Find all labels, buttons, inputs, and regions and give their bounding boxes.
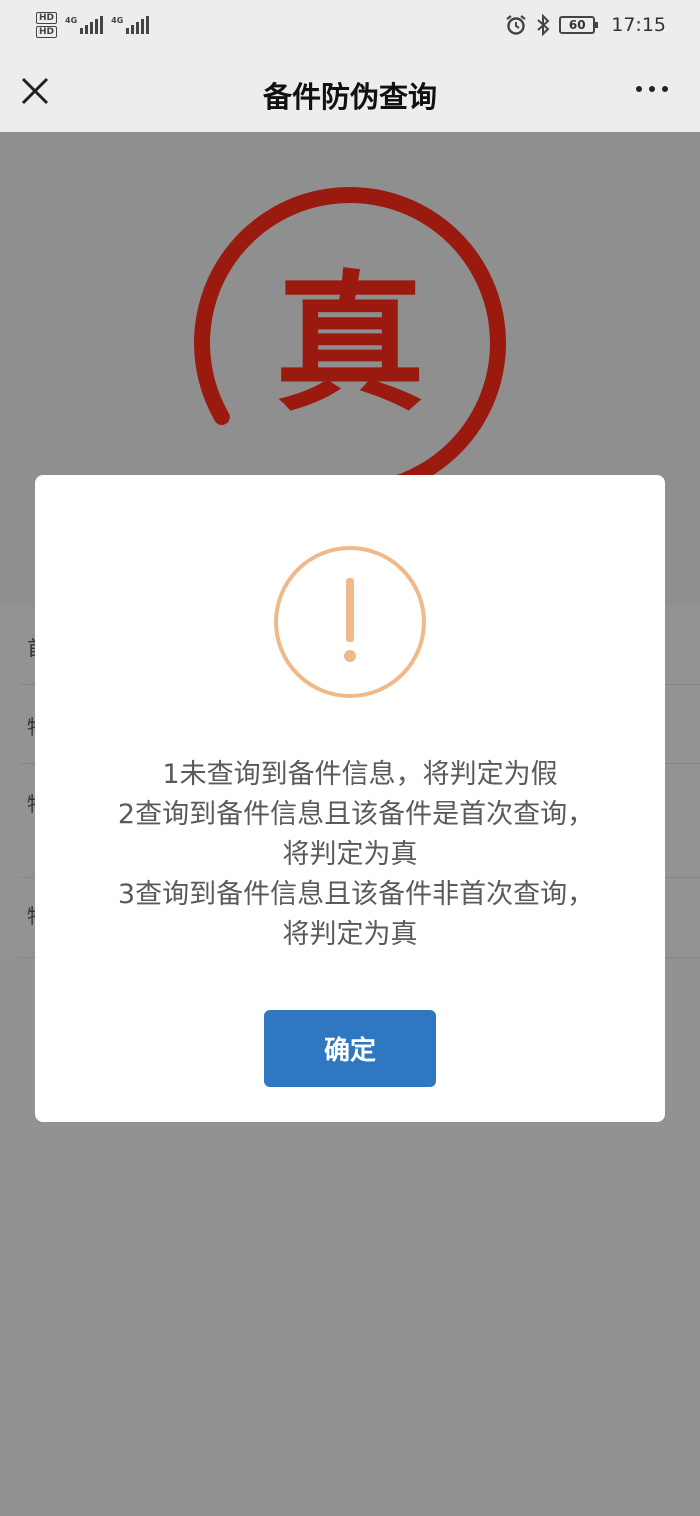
message-line: 1未查询到备件信息，将判定为假 <box>162 759 558 790</box>
message-line: 将判定为真 <box>282 839 418 870</box>
bluetooth-icon <box>537 14 550 36</box>
clock: 17:15 <box>611 14 666 36</box>
screen: HD HD 4G 4G 60 17:15 备件防伪查询 真 1未查询到备件信息，… <box>0 0 700 1516</box>
signal-icon: 4G <box>65 16 104 34</box>
message-line: 将判定为真 <box>282 919 418 950</box>
authentic-stamp: 真 <box>194 187 506 499</box>
message-line: 3查询到备件信息且该备件非首次查询， <box>117 879 595 910</box>
confirm-button[interactable]: 确定 <box>264 1010 436 1087</box>
status-bar: HD HD 4G 4G 60 17:15 <box>0 0 700 50</box>
sim1-badge: HD <box>36 12 58 24</box>
network-type-1: 4G <box>65 16 78 25</box>
stamp-text: 真 <box>275 258 425 432</box>
sim2-badge: HD <box>36 26 58 38</box>
page-title: 备件防伪查询 <box>262 80 437 114</box>
network-type-2: 4G <box>111 16 124 25</box>
nav-header: 备件防伪查询 <box>0 50 700 132</box>
signal-group: HD HD 4G 4G <box>36 10 150 40</box>
status-right: 60 17:15 <box>505 11 666 39</box>
exclamation-icon <box>274 546 426 698</box>
alert-dialog: 1未查询到备件信息，将判定为假 2查询到备件信息且该备件是首次查询， 将判定为真… <box>35 475 665 1122</box>
dialog-message: 1未查询到备件信息，将判定为假 2查询到备件信息且该备件是首次查询， 将判定为真… <box>35 755 665 955</box>
more-icon[interactable] <box>636 86 668 92</box>
signal-icon: 4G <box>111 16 150 34</box>
message-line: 2查询到备件信息且该备件是首次查询， <box>117 799 595 830</box>
battery-icon: 60 <box>559 16 599 34</box>
alarm-icon <box>506 15 526 35</box>
